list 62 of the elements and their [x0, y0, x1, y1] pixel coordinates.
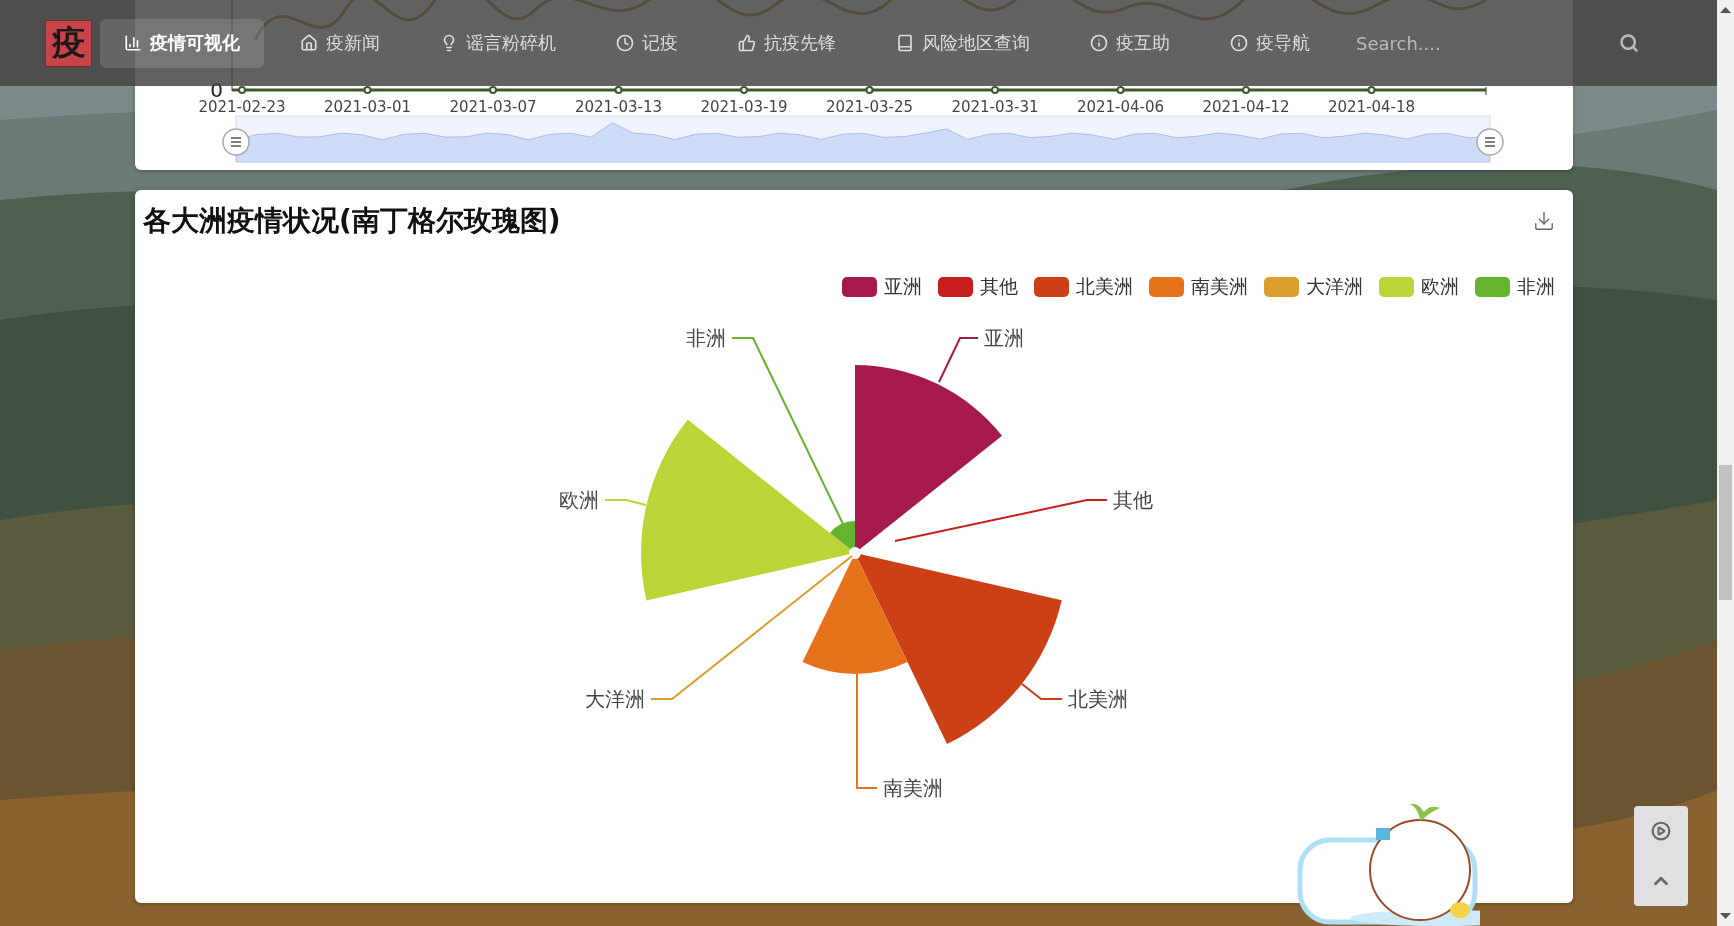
site-logo[interactable]: 疫	[45, 19, 92, 67]
axis-label: 2021-02-23	[198, 98, 286, 116]
info-icon	[1230, 34, 1248, 52]
legend-label[interactable]: 大洋洲	[1306, 274, 1363, 300]
legend-swatch[interactable]	[1034, 277, 1069, 297]
axis-label: 2021-03-01	[323, 98, 412, 116]
scroll-down-icon[interactable]	[1720, 912, 1731, 920]
legend-label[interactable]: 亚洲	[884, 274, 922, 300]
thumbs-up-icon	[738, 34, 756, 52]
axis-label: 2021-04-06	[1076, 98, 1165, 116]
legend-swatch[interactable]	[1475, 277, 1510, 297]
download-icon[interactable]	[1533, 210, 1555, 232]
legend-swatch[interactable]	[1379, 277, 1414, 297]
scrollbar-thumb[interactable]	[1719, 465, 1732, 600]
slice-label: 亚洲	[984, 326, 1024, 350]
nav-item[interactable]: 记疫	[592, 18, 702, 68]
slice-label: 欧洲	[559, 488, 599, 512]
nav-item[interactable]: 风险地区查询	[872, 18, 1054, 68]
clock-icon	[616, 34, 634, 52]
nav-item[interactable]: 疫新闻	[276, 18, 404, 68]
play-icon[interactable]	[1651, 820, 1671, 841]
slice-label: 南美洲	[883, 776, 943, 800]
slice-label: 大洋洲	[585, 687, 645, 711]
legend-swatch[interactable]	[1149, 277, 1184, 297]
nav-item[interactable]: 抗疫先锋	[714, 18, 860, 68]
slider-handle[interactable]	[222, 128, 250, 156]
nav-item[interactable]: 疫情可视化	[100, 18, 264, 68]
slice-label: 非洲	[686, 326, 726, 350]
nav-item[interactable]: 疫互助	[1066, 18, 1194, 68]
rose-sector[interactable]	[802, 558, 908, 674]
search-icon[interactable]	[1619, 33, 1639, 53]
axis-label: 2021-04-18	[1327, 98, 1416, 116]
legend-label[interactable]: 南美洲	[1191, 274, 1248, 300]
nav-item[interactable]: 谣言粉碎机	[416, 18, 580, 68]
nav-item[interactable]: 疫导航	[1206, 18, 1334, 68]
slice-label: 其他	[1113, 488, 1153, 512]
search-field[interactable]: Search....	[1354, 31, 1558, 55]
legend-swatch[interactable]	[1264, 277, 1299, 297]
scroll-up-icon[interactable]	[1720, 6, 1731, 14]
zoom-slider[interactable]	[222, 115, 1504, 163]
home-icon	[300, 34, 318, 52]
legend-swatch[interactable]	[842, 277, 877, 297]
rose-sector[interactable]	[855, 365, 1002, 550]
axis-label: 2021-03-13	[574, 98, 663, 116]
axis-label: 2021-03-31	[951, 98, 1039, 116]
legend-label[interactable]: 北美洲	[1076, 274, 1133, 300]
axis-label: 2021-04-12	[1202, 98, 1290, 116]
book-icon	[896, 34, 914, 52]
chart-title: 各大洲疫情状况(南丁格尔玫瑰图)	[143, 203, 561, 239]
bar-chart-icon	[124, 34, 142, 52]
legend-swatch[interactable]	[938, 277, 973, 297]
axis-label: 2021-03-07	[449, 98, 537, 116]
info-icon	[1090, 34, 1108, 52]
legend-label[interactable]: 非洲	[1517, 274, 1555, 300]
legend-label[interactable]: 其他	[980, 274, 1018, 300]
slice-label: 北美洲	[1068, 687, 1128, 711]
axis-label: 2021-03-25	[825, 98, 914, 116]
slider-handle[interactable]	[1476, 128, 1504, 156]
legend-label[interactable]: 欧洲	[1421, 274, 1459, 300]
axis-label: 2021-03-19	[700, 98, 788, 116]
scrollbar[interactable]	[1717, 0, 1734, 926]
rose-sector[interactable]	[857, 554, 1062, 744]
